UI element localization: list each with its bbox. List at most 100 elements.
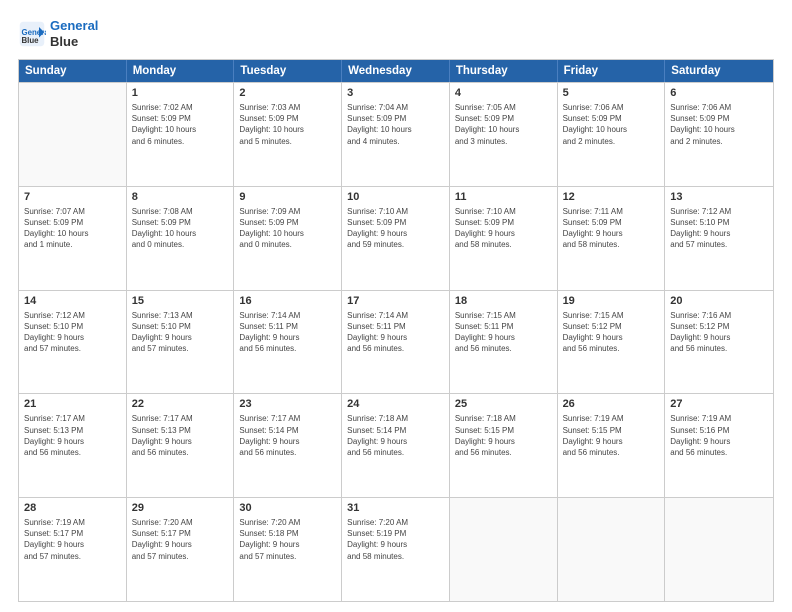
calendar-cell: 24Sunrise: 7:18 AM Sunset: 5:14 PM Dayli…: [342, 394, 450, 497]
day-info: Sunrise: 7:13 AM Sunset: 5:10 PM Dayligh…: [132, 310, 229, 355]
calendar-cell: 5Sunrise: 7:06 AM Sunset: 5:09 PM Daylig…: [558, 83, 666, 186]
calendar-cell: 17Sunrise: 7:14 AM Sunset: 5:11 PM Dayli…: [342, 291, 450, 394]
day-info: Sunrise: 7:20 AM Sunset: 5:17 PM Dayligh…: [132, 517, 229, 562]
day-info: Sunrise: 7:12 AM Sunset: 5:10 PM Dayligh…: [670, 206, 768, 251]
day-info: Sunrise: 7:17 AM Sunset: 5:14 PM Dayligh…: [239, 413, 336, 458]
calendar-row-0: 1Sunrise: 7:02 AM Sunset: 5:09 PM Daylig…: [19, 82, 773, 186]
calendar-cell: 13Sunrise: 7:12 AM Sunset: 5:10 PM Dayli…: [665, 187, 773, 290]
day-info: Sunrise: 7:15 AM Sunset: 5:12 PM Dayligh…: [563, 310, 660, 355]
calendar-cell: 12Sunrise: 7:11 AM Sunset: 5:09 PM Dayli…: [558, 187, 666, 290]
calendar-cell: 31Sunrise: 7:20 AM Sunset: 5:19 PM Dayli…: [342, 498, 450, 601]
calendar-cell: 22Sunrise: 7:17 AM Sunset: 5:13 PM Dayli…: [127, 394, 235, 497]
day-info: Sunrise: 7:15 AM Sunset: 5:11 PM Dayligh…: [455, 310, 552, 355]
calendar-cell: 6Sunrise: 7:06 AM Sunset: 5:09 PM Daylig…: [665, 83, 773, 186]
calendar-cell: 20Sunrise: 7:16 AM Sunset: 5:12 PM Dayli…: [665, 291, 773, 394]
day-number: 12: [563, 190, 660, 205]
calendar-cell: [19, 83, 127, 186]
day-number: 7: [24, 190, 121, 205]
day-info: Sunrise: 7:03 AM Sunset: 5:09 PM Dayligh…: [239, 102, 336, 147]
calendar-cell: [558, 498, 666, 601]
page-header: General Blue General Blue: [18, 18, 774, 49]
day-number: 24: [347, 397, 444, 412]
day-info: Sunrise: 7:14 AM Sunset: 5:11 PM Dayligh…: [239, 310, 336, 355]
calendar-row-4: 28Sunrise: 7:19 AM Sunset: 5:17 PM Dayli…: [19, 497, 773, 601]
day-info: Sunrise: 7:18 AM Sunset: 5:15 PM Dayligh…: [455, 413, 552, 458]
day-info: Sunrise: 7:19 AM Sunset: 5:15 PM Dayligh…: [563, 413, 660, 458]
calendar-cell: 1Sunrise: 7:02 AM Sunset: 5:09 PM Daylig…: [127, 83, 235, 186]
day-info: Sunrise: 7:07 AM Sunset: 5:09 PM Dayligh…: [24, 206, 121, 251]
calendar-cell: 14Sunrise: 7:12 AM Sunset: 5:10 PM Dayli…: [19, 291, 127, 394]
day-number: 2: [239, 86, 336, 101]
day-number: 14: [24, 294, 121, 309]
day-number: 6: [670, 86, 768, 101]
day-number: 13: [670, 190, 768, 205]
day-info: Sunrise: 7:06 AM Sunset: 5:09 PM Dayligh…: [563, 102, 660, 147]
day-info: Sunrise: 7:19 AM Sunset: 5:16 PM Dayligh…: [670, 413, 768, 458]
calendar-cell: 23Sunrise: 7:17 AM Sunset: 5:14 PM Dayli…: [234, 394, 342, 497]
day-number: 25: [455, 397, 552, 412]
logo-icon: General Blue: [18, 20, 46, 48]
calendar-cell: 15Sunrise: 7:13 AM Sunset: 5:10 PM Dayli…: [127, 291, 235, 394]
day-number: 15: [132, 294, 229, 309]
calendar-cell: [665, 498, 773, 601]
calendar-row-2: 14Sunrise: 7:12 AM Sunset: 5:10 PM Dayli…: [19, 290, 773, 394]
calendar-cell: 25Sunrise: 7:18 AM Sunset: 5:15 PM Dayli…: [450, 394, 558, 497]
day-info: Sunrise: 7:08 AM Sunset: 5:09 PM Dayligh…: [132, 206, 229, 251]
header-day-wednesday: Wednesday: [342, 60, 450, 82]
day-number: 11: [455, 190, 552, 205]
day-number: 28: [24, 501, 121, 516]
logo: General Blue General Blue: [18, 18, 98, 49]
day-info: Sunrise: 7:12 AM Sunset: 5:10 PM Dayligh…: [24, 310, 121, 355]
day-number: 1: [132, 86, 229, 101]
day-info: Sunrise: 7:20 AM Sunset: 5:18 PM Dayligh…: [239, 517, 336, 562]
day-number: 26: [563, 397, 660, 412]
calendar-cell: 28Sunrise: 7:19 AM Sunset: 5:17 PM Dayli…: [19, 498, 127, 601]
calendar-cell: 7Sunrise: 7:07 AM Sunset: 5:09 PM Daylig…: [19, 187, 127, 290]
calendar-cell: 8Sunrise: 7:08 AM Sunset: 5:09 PM Daylig…: [127, 187, 235, 290]
header-day-saturday: Saturday: [665, 60, 773, 82]
header-day-sunday: Sunday: [19, 60, 127, 82]
calendar-page: General Blue General Blue SundayMondayTu…: [0, 0, 792, 612]
header-day-thursday: Thursday: [450, 60, 558, 82]
day-number: 22: [132, 397, 229, 412]
calendar-cell: 11Sunrise: 7:10 AM Sunset: 5:09 PM Dayli…: [450, 187, 558, 290]
day-number: 10: [347, 190, 444, 205]
day-info: Sunrise: 7:09 AM Sunset: 5:09 PM Dayligh…: [239, 206, 336, 251]
calendar-cell: 9Sunrise: 7:09 AM Sunset: 5:09 PM Daylig…: [234, 187, 342, 290]
day-number: 21: [24, 397, 121, 412]
day-number: 8: [132, 190, 229, 205]
calendar-cell: 19Sunrise: 7:15 AM Sunset: 5:12 PM Dayli…: [558, 291, 666, 394]
day-number: 5: [563, 86, 660, 101]
day-number: 9: [239, 190, 336, 205]
day-number: 3: [347, 86, 444, 101]
svg-text:Blue: Blue: [22, 35, 40, 44]
day-info: Sunrise: 7:10 AM Sunset: 5:09 PM Dayligh…: [455, 206, 552, 251]
calendar: SundayMondayTuesdayWednesdayThursdayFrid…: [18, 59, 774, 602]
day-info: Sunrise: 7:02 AM Sunset: 5:09 PM Dayligh…: [132, 102, 229, 147]
calendar-cell: 16Sunrise: 7:14 AM Sunset: 5:11 PM Dayli…: [234, 291, 342, 394]
day-info: Sunrise: 7:10 AM Sunset: 5:09 PM Dayligh…: [347, 206, 444, 251]
calendar-cell: 21Sunrise: 7:17 AM Sunset: 5:13 PM Dayli…: [19, 394, 127, 497]
day-info: Sunrise: 7:11 AM Sunset: 5:09 PM Dayligh…: [563, 206, 660, 251]
day-number: 4: [455, 86, 552, 101]
calendar-cell: 4Sunrise: 7:05 AM Sunset: 5:09 PM Daylig…: [450, 83, 558, 186]
calendar-header-row: SundayMondayTuesdayWednesdayThursdayFrid…: [19, 60, 773, 82]
day-number: 29: [132, 501, 229, 516]
day-number: 23: [239, 397, 336, 412]
calendar-cell: 29Sunrise: 7:20 AM Sunset: 5:17 PM Dayli…: [127, 498, 235, 601]
day-number: 30: [239, 501, 336, 516]
calendar-cell: 26Sunrise: 7:19 AM Sunset: 5:15 PM Dayli…: [558, 394, 666, 497]
calendar-body: 1Sunrise: 7:02 AM Sunset: 5:09 PM Daylig…: [19, 82, 773, 601]
day-number: 17: [347, 294, 444, 309]
day-info: Sunrise: 7:14 AM Sunset: 5:11 PM Dayligh…: [347, 310, 444, 355]
calendar-row-1: 7Sunrise: 7:07 AM Sunset: 5:09 PM Daylig…: [19, 186, 773, 290]
header-day-friday: Friday: [558, 60, 666, 82]
day-info: Sunrise: 7:16 AM Sunset: 5:12 PM Dayligh…: [670, 310, 768, 355]
header-day-monday: Monday: [127, 60, 235, 82]
day-info: Sunrise: 7:17 AM Sunset: 5:13 PM Dayligh…: [24, 413, 121, 458]
calendar-cell: 18Sunrise: 7:15 AM Sunset: 5:11 PM Dayli…: [450, 291, 558, 394]
logo-text: General Blue: [50, 18, 98, 49]
day-info: Sunrise: 7:04 AM Sunset: 5:09 PM Dayligh…: [347, 102, 444, 147]
day-info: Sunrise: 7:19 AM Sunset: 5:17 PM Dayligh…: [24, 517, 121, 562]
calendar-cell: 3Sunrise: 7:04 AM Sunset: 5:09 PM Daylig…: [342, 83, 450, 186]
